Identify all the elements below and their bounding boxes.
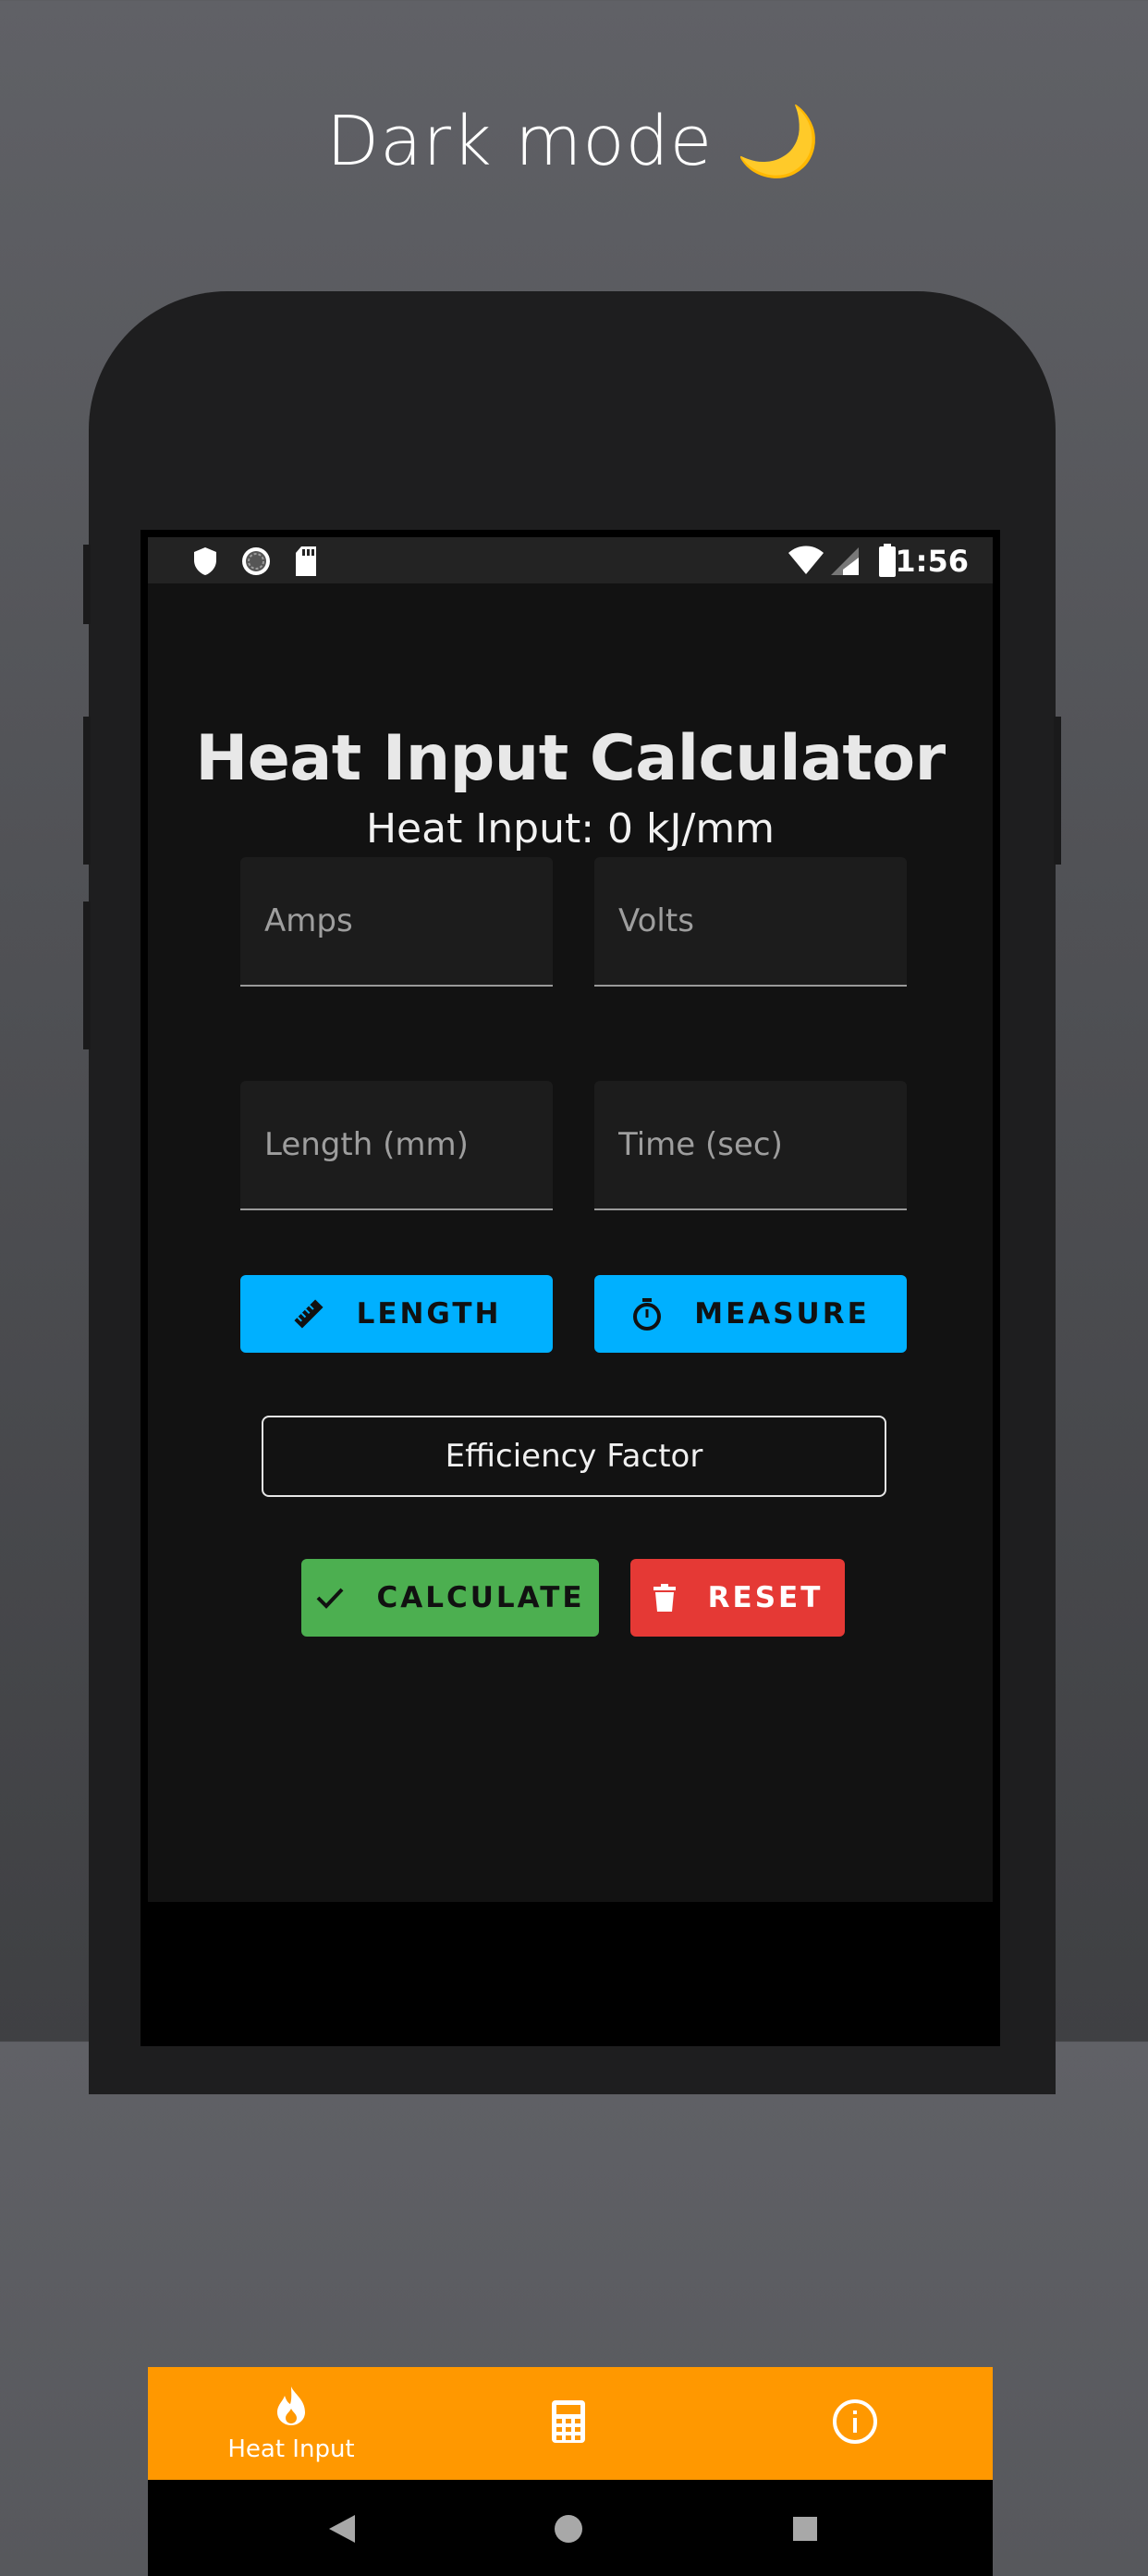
calculate-button[interactable]: CALCULATE <box>301 1559 599 1637</box>
phone-screen: 1:56 Heat Input Calculator Heat Input: 0… <box>140 530 1000 2576</box>
shield-icon <box>192 546 218 581</box>
reset-button-label: RESET <box>707 1581 824 1614</box>
amps-field[interactable] <box>240 857 553 987</box>
cell-signal-icon <box>830 546 860 581</box>
back-icon[interactable] <box>327 2513 357 2549</box>
time-field[interactable] <box>594 1081 907 1210</box>
nav-item-info[interactable] <box>767 2367 943 2480</box>
promo-title: Dark mode 🌙 <box>326 102 822 181</box>
phone-side-button <box>83 902 91 1049</box>
length-button-label: LENGTH <box>356 1297 502 1331</box>
phone-side-button <box>83 545 91 624</box>
status-time: 1:56 <box>895 544 969 579</box>
home-icon[interactable] <box>554 2514 583 2548</box>
sd-card-icon <box>294 546 318 582</box>
nav-item-heat-input-label: Heat Input <box>227 2435 355 2463</box>
app-content: Heat Input Calculator Heat Input: 0 kJ/m… <box>148 583 993 1902</box>
battery-icon <box>878 543 897 583</box>
page-title: Heat Input Calculator <box>195 722 946 795</box>
measure-button-label: MEASURE <box>694 1297 870 1331</box>
trash-icon <box>653 1583 677 1613</box>
sync-icon <box>240 546 272 582</box>
calculator-icon <box>551 2399 586 2448</box>
volts-field[interactable] <box>594 857 907 987</box>
ruler-icon <box>292 1297 325 1331</box>
amps-input[interactable] <box>240 857 553 985</box>
length-field[interactable] <box>240 1081 553 1210</box>
nav-item-heat-input[interactable]: Heat Input <box>203 2367 379 2480</box>
info-icon <box>832 2398 878 2449</box>
measure-button[interactable]: MEASURE <box>594 1275 907 1353</box>
check-icon <box>315 1585 345 1611</box>
system-navigation-bar <box>148 2480 993 2576</box>
time-input[interactable] <box>594 1081 907 1208</box>
phone-side-button <box>83 717 91 865</box>
phone-side-button <box>1054 717 1061 865</box>
reset-button[interactable]: RESET <box>630 1559 845 1637</box>
length-input[interactable] <box>240 1081 553 1208</box>
timer-icon <box>631 1297 663 1331</box>
calculate-button-label: CALCULATE <box>376 1581 585 1614</box>
wifi-icon <box>788 545 824 581</box>
bottom-navigation: Heat Input <box>148 2367 993 2480</box>
status-bar: 1:56 <box>148 537 993 583</box>
nav-item-calculator[interactable] <box>481 2367 656 2480</box>
length-button[interactable]: LENGTH <box>240 1275 553 1353</box>
recents-icon[interactable] <box>792 2516 818 2546</box>
efficiency-factor-label: Efficiency Factor <box>445 1438 703 1475</box>
heat-input-result: Heat Input: 0 kJ/mm <box>365 805 776 853</box>
efficiency-factor-button[interactable]: Efficiency Factor <box>262 1416 886 1497</box>
flame-icon <box>272 2385 311 2432</box>
volts-input[interactable] <box>594 857 907 985</box>
